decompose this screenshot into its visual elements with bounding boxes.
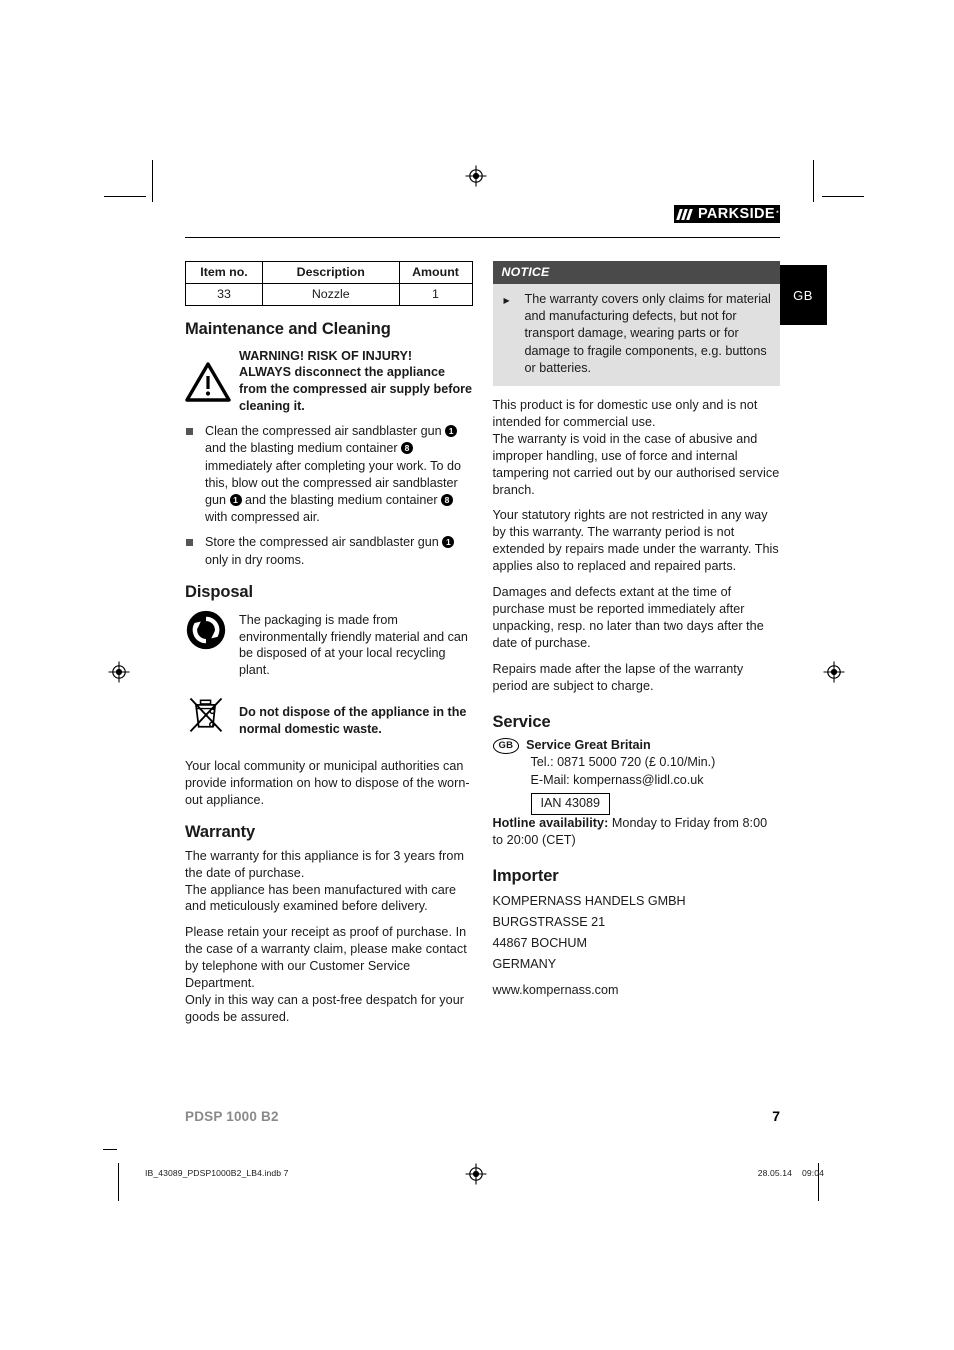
notice-title: NOTICE [492, 261, 780, 284]
part-reference-badge: 1 [229, 493, 242, 506]
crossed-out-wheelie-bin-icon [185, 693, 231, 740]
warning-title: WARNING! RISK OF INJURY! [239, 348, 413, 363]
right-warranty-paragraph-1: This product is for domestic use only an… [492, 398, 780, 497]
importer-line: 44867 BOCHUM [492, 936, 588, 951]
heading-maintenance-and-cleaning: Maintenance and Cleaning [185, 320, 391, 338]
table-header-description: Description [262, 261, 400, 284]
heading-importer: Importer [492, 866, 559, 885]
warning-text: WARNING! RISK OF INJURY! ALWAYS disconne… [239, 348, 473, 414]
header-divider [185, 237, 780, 239]
right-warranty-paragraph-2: Your statutory rights are not restricted… [492, 508, 779, 574]
warning-triangle-icon [185, 348, 231, 407]
crop-mark-top-left-horizontal [104, 196, 146, 198]
heading-warranty: Warranty [185, 822, 256, 841]
warranty-paragraph-1: The warranty for this appliance is for 3… [185, 848, 465, 914]
crop-mark-top-right-horizontal [822, 196, 864, 198]
part-reference-badge: 1 [442, 536, 455, 549]
cell-description: Nozzle [262, 283, 400, 306]
footer-page-number: 7 [772, 1108, 780, 1124]
hotline-availability: Hotline availability: Monday to Friday f… [493, 815, 781, 849]
crop-mark-bottom-left-dash [103, 1149, 117, 1151]
footer-model-name: PDSP 1000 B2 [185, 1109, 279, 1124]
print-source-file: IB_43089_PDSP1000B2_LB4.indb 7 [145, 1168, 289, 1178]
print-info-line: IB_43089_PDSP1000B2_LB4.indb 7 28.05.14 … [145, 1168, 824, 1178]
language-tab-label: GB [793, 287, 813, 303]
importer-line: BURGSTRASSE 21 [492, 915, 606, 930]
logo-wordmark: PARKSIDE * [697, 206, 779, 222]
part-reference-badge: 1 [445, 425, 458, 438]
importer-line: KOMPERNASS HANDELS GMBH [492, 894, 686, 909]
right-warranty-paragraph-3: Damages and defects extant at the time o… [492, 585, 764, 650]
country-code-badge: GB [492, 738, 520, 755]
registration-mark-left [108, 661, 130, 683]
list-item: Clean the compressed air sandblaster gun… [185, 423, 473, 526]
warranty-paragraph-2: Please retain your receipt as proof of p… [185, 925, 467, 1024]
table-header-row: Item no. Description Amount [185, 261, 473, 284]
bullet-1-part-1: Clean the compressed air sandblaster gun [205, 424, 442, 439]
print-timestamp: 28.05.14 09:04 [758, 1168, 824, 1178]
maintenance-bullet-list: Clean the compressed air sandblaster gun… [185, 423, 473, 569]
ian-number-box: IAN 43089 [530, 792, 611, 815]
crop-mark-top-right-vertical [813, 160, 815, 202]
notice-item: The warranty covers only claims for mate… [502, 291, 772, 377]
cell-item-no: 33 [185, 283, 263, 306]
right-column: NOTICE The warranty covers only claims f… [492, 259, 781, 1035]
logo-slashes-icon [676, 205, 696, 223]
page-content: PARKSIDE * Item no. Description Amount 33… [185, 205, 780, 1035]
disposal-authority-text: Your local community or municipal author… [185, 759, 470, 808]
two-column-layout: Item no. Description Amount 33 Nozzle 1 … [185, 259, 780, 1035]
crop-mark-top-left-vertical [152, 160, 154, 202]
right-warranty-paragraph-4: Repairs made after the lapse of the warr… [492, 661, 744, 693]
warning-block: WARNING! RISK OF INJURY! ALWAYS disconne… [185, 348, 473, 414]
service-country-name: Service Great Britain [526, 738, 651, 753]
importer-website: www.kompernass.com [492, 983, 619, 998]
cell-amount: 1 [398, 283, 473, 306]
bullet-1-part-5: with compressed air. [205, 510, 320, 525]
heading-service: Service [492, 712, 551, 731]
service-email: E-Mail: kompernass@lidl.co.uk [530, 772, 704, 787]
warning-body: ALWAYS disconnect the appliance from the… [239, 365, 473, 413]
parkside-logo: PARKSIDE * [673, 205, 780, 223]
print-rule-left [118, 1163, 120, 1201]
recycling-icon [185, 609, 231, 656]
service-telephone: Tel.: 0871 5000 720 (£ 0.10/Min.) [530, 755, 716, 770]
language-tab-gb: GB [779, 265, 827, 325]
table-row: 33 Nozzle 1 [185, 283, 473, 306]
print-time: 09:04 [801, 1168, 824, 1178]
weee-text: Do not dispose of the appliance in the n… [239, 705, 467, 737]
disposal-weee-row: Do not dispose of the appliance in the n… [185, 693, 473, 740]
list-item: Store the compressed air sandblaster gun… [185, 534, 473, 568]
parts-table: Item no. Description Amount 33 Nozzle 1 [185, 261, 473, 306]
page-footer: PDSP 1000 B2 7 [185, 1108, 780, 1124]
disposal-recycle-row: The packaging is made from environmental… [185, 609, 473, 680]
bullet-1-part-4: and the blasting medium container [245, 492, 438, 507]
part-reference-badge: 8 [441, 493, 454, 506]
recycling-text: The packaging is made from environmental… [239, 612, 468, 678]
table-header-amount: Amount [398, 261, 473, 284]
hotline-label: Hotline availability: [492, 815, 609, 830]
bullet-1-part-2: and the blasting medium container [205, 441, 398, 456]
notice-body: The warranty covers only claims for mate… [492, 284, 780, 387]
left-column: Item no. Description Amount 33 Nozzle 1 … [185, 259, 473, 1035]
registration-mark-right [823, 661, 845, 683]
print-date: 28.05.14 [757, 1168, 792, 1178]
bullet-2-part-1: Store the compressed air sandblaster gun [205, 535, 439, 550]
logo-trademark: * [776, 211, 779, 217]
part-reference-badge: 8 [401, 442, 414, 455]
page-header: PARKSIDE * [185, 205, 780, 243]
registration-mark-top [465, 165, 487, 187]
table-header-item-no: Item no. [185, 261, 263, 284]
notice-box: NOTICE The warranty covers only claims f… [492, 261, 780, 387]
importer-line: GERMANY [492, 957, 557, 972]
service-country-line: GB Service Great Britain [492, 737, 781, 755]
heading-disposal: Disposal [185, 582, 253, 601]
bullet-2-part-2: only in dry rooms. [205, 552, 305, 567]
